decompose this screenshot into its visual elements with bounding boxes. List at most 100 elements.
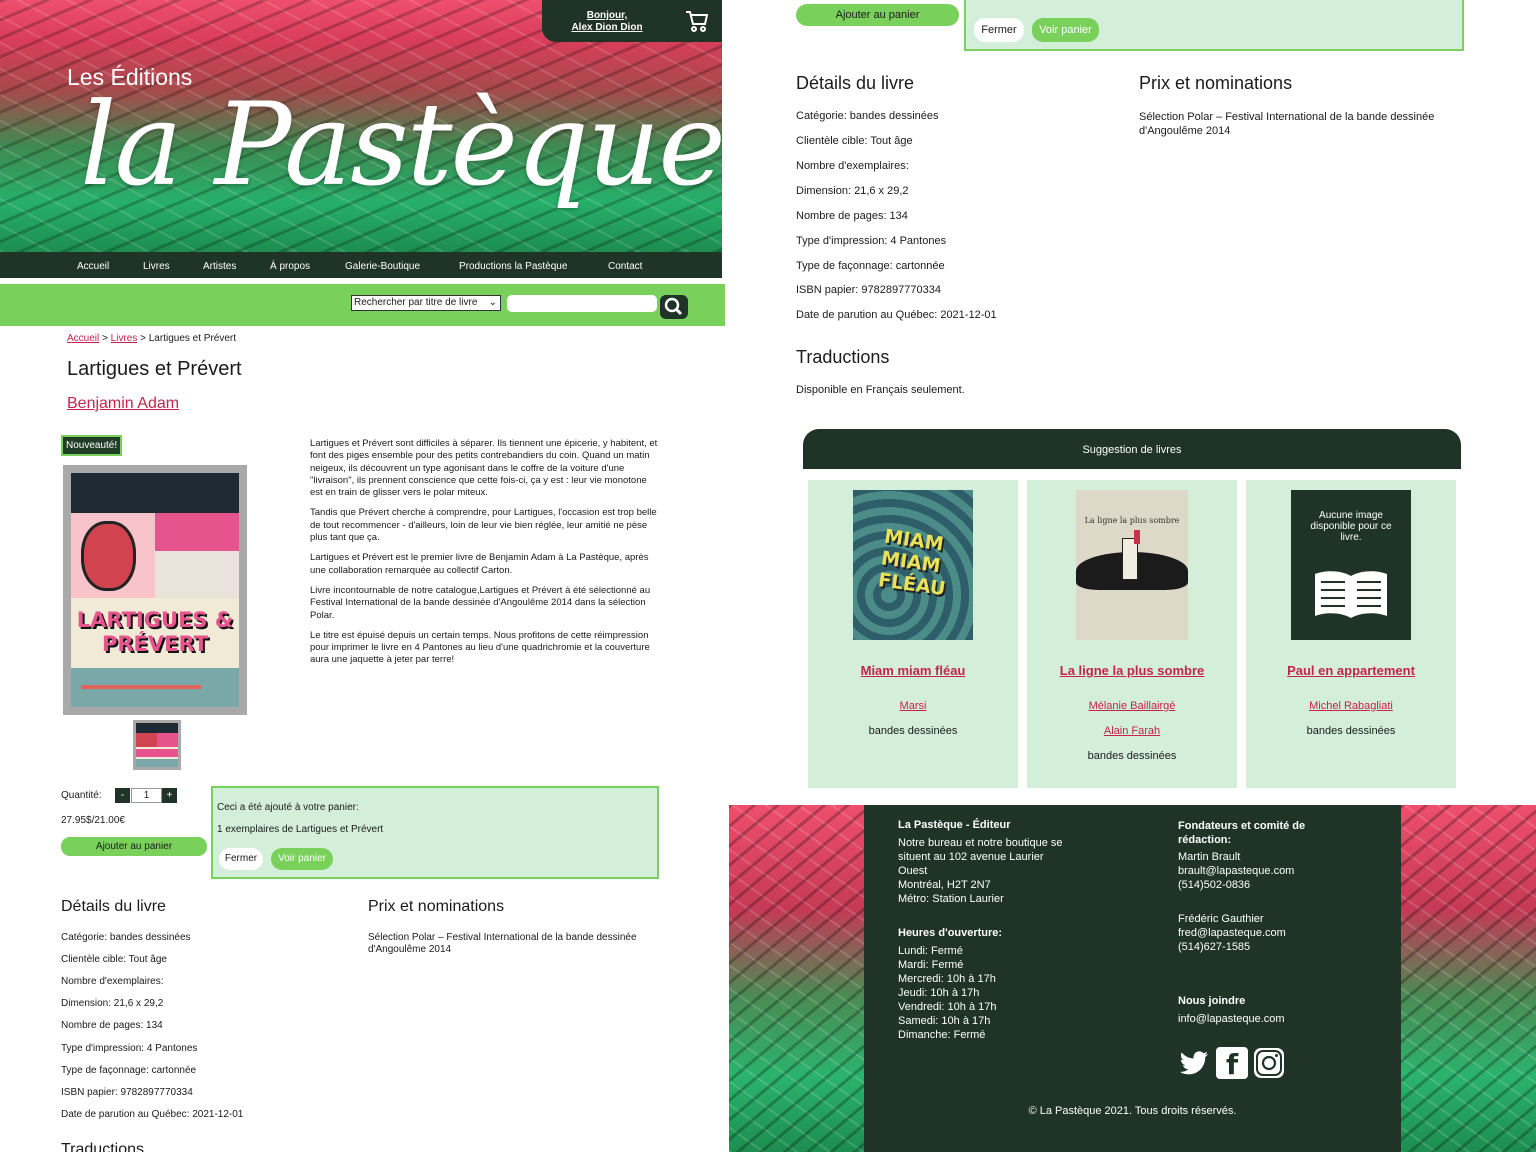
twitter-icon[interactable] bbox=[1178, 1047, 1210, 1079]
search-type-select[interactable]: Rechercher par titre de livre ⌄ bbox=[351, 295, 501, 311]
description-paragraph: Tandis que Prévert cherche à comprendre,… bbox=[310, 507, 657, 544]
account-link[interactable]: Bonjour, Alex Dion Dion bbox=[566, 10, 648, 34]
nav-item-accueil[interactable]: Accueil bbox=[77, 261, 109, 272]
detail-dimension: Dimension: 21,6 x 29,2 bbox=[796, 185, 909, 197]
suggestion-cover-image[interactable]: La ligne la plus sombre bbox=[1076, 490, 1188, 640]
detail-print-type: Type d'impression: 4 Pantones bbox=[796, 235, 947, 247]
facebook-icon[interactable]: f bbox=[1216, 1047, 1248, 1081]
footer-hours-heading: Heures d'ouverture: bbox=[898, 927, 1003, 939]
nav-item-galerie-boutique[interactable]: Galerie-Boutique bbox=[345, 261, 420, 272]
detail-copies: Nombre d'exemplaires: bbox=[61, 976, 164, 987]
quantity-decrease-button[interactable]: - bbox=[115, 788, 130, 803]
suggestion-card: La ligne la plus sombre La ligne la plus… bbox=[1027, 480, 1237, 788]
suggestion-title-link[interactable]: Paul en appartement bbox=[1246, 663, 1456, 678]
suggestion-cover-text: La ligne la plus sombre bbox=[1084, 516, 1180, 525]
suggestion-card: Aucune image disponible pour ce livre. P… bbox=[1246, 480, 1456, 788]
suggestion-title-link[interactable]: Miam miam fléau bbox=[808, 663, 1018, 678]
no-image-text: Aucune image disponible pour ce livre. bbox=[1310, 510, 1392, 543]
chevron-down-icon: ⌄ bbox=[488, 297, 497, 308]
book-cover-image[interactable]: LARTIGUES & PRÉVERT bbox=[63, 465, 247, 715]
cart-confirmation-panel: Fermer Voir panier bbox=[964, 0, 1464, 51]
suggestion-author-link[interactable]: Marsi bbox=[808, 700, 1018, 712]
view-cart-button[interactable]: Voir panier bbox=[271, 848, 333, 870]
awards-text: Sélection Polar – Festival International… bbox=[368, 932, 637, 955]
footer-contact-heading: Nous joindre bbox=[1178, 995, 1246, 1007]
translations-heading: Traductions bbox=[61, 1141, 144, 1152]
search-input[interactable] bbox=[507, 295, 657, 312]
awards-text: Sélection Polar – Festival International… bbox=[1139, 111, 1435, 137]
description-paragraph: Le titre est épuisé depuis un certain te… bbox=[310, 629, 650, 666]
detail-category: Catégorie: bandes dessinées bbox=[61, 932, 191, 943]
breadcrumb: Accueil > Livres > Lartigues et Prévert bbox=[67, 333, 236, 344]
add-to-cart-button[interactable]: Ajouter au panier bbox=[796, 4, 959, 26]
search-bar: Rechercher par titre de livre ⌄ bbox=[0, 284, 725, 326]
breadcrumb-books-link[interactable]: Livres bbox=[111, 333, 138, 344]
quantity-label: Quantité: bbox=[61, 790, 102, 801]
shopping-cart-icon[interactable] bbox=[684, 8, 710, 34]
copyright: © La Pastèque 2021. Tous droits réservés… bbox=[1028, 1105, 1237, 1117]
footer-contact-email[interactable]: info@lapasteque.com bbox=[1178, 1012, 1285, 1026]
instagram-icon[interactable] bbox=[1253, 1047, 1285, 1079]
user-name: Alex Dion Dion bbox=[571, 22, 643, 33]
main-nav: Accueil Livres Artistes À propos Galerie… bbox=[0, 252, 722, 278]
detail-audience: Clientèle cible: Tout âge bbox=[61, 954, 167, 965]
nav-item-artistes[interactable]: Artistes bbox=[203, 261, 236, 272]
suggestion-author-link[interactable]: Alain Farah bbox=[1027, 725, 1237, 737]
nav-item-livres[interactable]: Livres bbox=[143, 261, 170, 272]
search-button[interactable] bbox=[660, 295, 688, 319]
nav-item-contact[interactable]: Contact bbox=[608, 261, 642, 272]
close-button[interactable]: Fermer bbox=[219, 848, 263, 870]
add-to-cart-button[interactable]: Ajouter au panier bbox=[61, 837, 207, 856]
suggestions-heading: Suggestion de livres bbox=[803, 429, 1461, 469]
new-badge: Nouveauté! bbox=[61, 435, 123, 456]
detail-category: Catégorie: bandes dessinées bbox=[796, 110, 939, 122]
suggestion-cover-image[interactable]: MIAM MIAM FLÉAU bbox=[853, 490, 973, 640]
close-button[interactable]: Fermer bbox=[974, 18, 1024, 42]
nav-item-a-propos[interactable]: À propos bbox=[270, 261, 310, 272]
footer-publisher-heading: La Pastèque - Éditeur bbox=[898, 819, 1011, 831]
detail-release-date: Date de parution au Québec: 2021-12-01 bbox=[61, 1109, 244, 1120]
nav-item-productions[interactable]: Productions la Pastèque bbox=[459, 261, 567, 272]
awards-heading: Prix et nominations bbox=[368, 898, 505, 915]
footer-address: Notre bureau et notre boutique se situen… bbox=[898, 837, 1063, 905]
awards-heading: Prix et nominations bbox=[1139, 73, 1293, 93]
site-logo[interactable]: la Pastèque bbox=[80, 78, 722, 211]
detail-isbn: ISBN papier: 9782897770334 bbox=[61, 1087, 193, 1098]
view-cart-button[interactable]: Voir panier bbox=[1032, 18, 1099, 42]
breadcrumb-home-link[interactable]: Accueil bbox=[67, 333, 99, 344]
price: 27.95$/21.00€ bbox=[61, 815, 125, 826]
suggestion-card: MIAM MIAM FLÉAU Miam miam fléau Marsi ba… bbox=[808, 480, 1018, 788]
detail-isbn: ISBN papier: 9782897770334 bbox=[796, 284, 941, 296]
suggestion-cover-text: MIAM MIAM FLÉAU bbox=[876, 525, 947, 601]
detail-pages: Nombre de pages: 134 bbox=[796, 210, 908, 222]
footer-founder-2: Frédéric Gauthier fred@lapasteque.com (5… bbox=[1178, 913, 1286, 953]
suggestion-category: bandes dessinées bbox=[1087, 750, 1177, 762]
cover-thumbnail[interactable] bbox=[133, 720, 181, 770]
suggestion-title-link[interactable]: La ligne la plus sombre bbox=[1027, 663, 1237, 678]
description-paragraph: Lartigues et Prévert sont difficiles à s… bbox=[310, 438, 658, 499]
quantity-increase-button[interactable]: + bbox=[162, 788, 177, 803]
suggestion-category: bandes dessinées bbox=[1306, 725, 1396, 737]
description-paragraph: Livre incontournable de notre catalogue,… bbox=[310, 584, 651, 621]
cart-confirmation-item: 1 exemplaires de Lartigues et Prévert bbox=[217, 824, 384, 835]
footer-founders-heading: Fondateurs et comité de rédaction: bbox=[1178, 820, 1306, 846]
detail-copies: Nombre d'exemplaires: bbox=[796, 160, 909, 172]
detail-release-date: Date de parution au Québec: 2021-12-01 bbox=[796, 309, 997, 321]
suggestion-author-link[interactable]: Michel Rabagliati bbox=[1246, 700, 1456, 712]
details-heading: Détails du livre bbox=[61, 898, 166, 915]
footer-decoration-left bbox=[729, 805, 864, 1152]
search-type-value: Rechercher par titre de livre bbox=[354, 297, 478, 308]
book-description: Lartigues et Prévert sont difficiles à s… bbox=[310, 438, 660, 675]
details-heading: Détails du livre bbox=[796, 73, 915, 93]
footer-content: La Pastèque - Éditeur Notre bureau et no… bbox=[864, 805, 1401, 1152]
breadcrumb-current: Lartigues et Prévert bbox=[148, 333, 237, 344]
author-link[interactable]: Benjamin Adam bbox=[67, 395, 179, 413]
footer-founder-1: Martin Brault brault@lapasteque.com (514… bbox=[1178, 851, 1295, 891]
breadcrumb-separator: > bbox=[102, 333, 108, 344]
suggestion-category: bandes dessinées bbox=[868, 725, 958, 737]
site-footer: La Pastèque - Éditeur Notre bureau et no… bbox=[729, 805, 1536, 1152]
suggestion-author-link[interactable]: Mélanie Baillairgé bbox=[1027, 700, 1237, 712]
suggestion-cover-image[interactable]: Aucune image disponible pour ce livre. bbox=[1291, 490, 1411, 640]
quantity-input[interactable]: 1 bbox=[131, 788, 162, 803]
user-box: Bonjour, Alex Dion Dion bbox=[542, 0, 722, 42]
